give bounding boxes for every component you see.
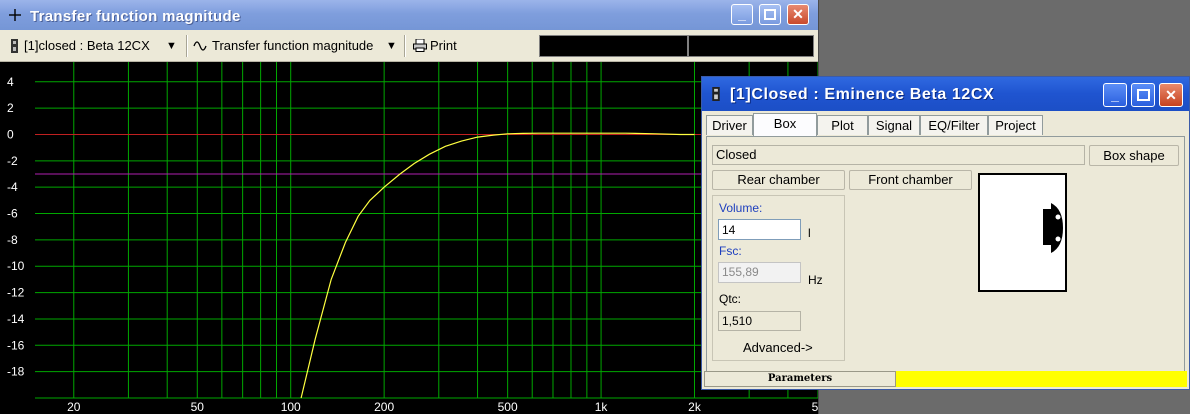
status-indicator — [896, 371, 1187, 387]
volume-label: Volume: — [719, 201, 763, 215]
dialog-status-bar: Parameters — [704, 371, 1187, 387]
maximize-icon — [1136, 89, 1150, 101]
y-tick-label: -2 — [7, 154, 18, 168]
dialog-minimize-button[interactable]: _ — [1103, 83, 1127, 107]
qtc-field: 1,510 — [718, 311, 801, 331]
front-chamber-button[interactable]: Front chamber — [849, 170, 972, 190]
x-tick-label: 5k — [812, 400, 818, 414]
box-type-field[interactable]: Closed — [712, 145, 1085, 165]
tab-signal[interactable]: Signal — [868, 115, 920, 135]
graph-select-label: Transfer function magnitude — [212, 38, 374, 53]
transfer-function-plot[interactable]: 420-2-4-6-8-10-12-14-16-1820 50 100 200 500 1… — [0, 62, 818, 414]
fsc-label: Fsc: — [719, 244, 742, 258]
volume-unit: l — [808, 226, 811, 240]
readout-box-2 — [688, 35, 814, 57]
plot-background — [0, 62, 818, 414]
fsc-unit: Hz — [808, 273, 823, 287]
crosshair-icon — [9, 9, 21, 21]
dialog-title: [1]Closed : Eminence Beta 12CX — [730, 86, 995, 103]
advanced-link[interactable]: Advanced-> — [743, 340, 813, 355]
chevron-down-icon: ▼ — [386, 40, 397, 52]
graph-select[interactable]: Transfer function magnitude ▼ — [192, 34, 402, 58]
box-preview — [978, 173, 1067, 292]
rear-chamber-button[interactable]: Rear chamber — [712, 170, 845, 190]
main-window-title: Transfer function magnitude — [30, 8, 241, 25]
tab-eq-filter[interactable]: EQ/Filter — [920, 115, 988, 135]
x-tick-label: 50 — [191, 400, 205, 414]
minimize-icon: _ — [1111, 87, 1119, 103]
y-tick-label: -12 — [7, 286, 25, 300]
x-tick-label: 2k — [688, 400, 702, 414]
y-tick-label: -10 — [7, 259, 25, 273]
box-tab-panel: Closed Box shape Rear chamber Front cham… — [706, 136, 1185, 372]
y-tick-label: -18 — [7, 365, 25, 379]
qtc-label: Qtc: — [719, 292, 742, 306]
tab-driver[interactable]: Driver — [706, 115, 753, 135]
x-tick-label: 500 — [498, 400, 518, 414]
speaker-driver-icon — [1043, 203, 1063, 253]
status-parameters: Parameters — [704, 371, 896, 387]
driver-box-dialog: [1]Closed : Eminence Beta 12CX _ ✕ Drive… — [701, 76, 1190, 390]
y-tick-label: -4 — [7, 180, 18, 194]
close-button[interactable]: ✕ — [787, 4, 809, 25]
x-tick-label: 100 — [281, 400, 301, 414]
readout-box-1 — [539, 35, 688, 57]
volume-input[interactable] — [718, 219, 801, 240]
x-tick-label: 200 — [374, 400, 394, 414]
y-tick-label: 0 — [7, 127, 14, 141]
x-tick-label: 1k — [595, 400, 609, 414]
dialog-title-bar[interactable]: [1]Closed : Eminence Beta 12CX _ ✕ — [702, 77, 1189, 111]
fsc-field: 155,89 — [718, 262, 801, 283]
printer-icon — [413, 39, 427, 52]
maximize-button[interactable] — [759, 4, 781, 25]
dialog-maximize-button[interactable] — [1131, 83, 1155, 107]
main-title-bar[interactable]: Transfer function magnitude _ ✕ — [0, 0, 818, 30]
y-tick-label: 2 — [7, 101, 14, 115]
tab-box[interactable]: Box — [753, 113, 817, 136]
speaker-icon — [712, 87, 720, 101]
y-tick-label: -14 — [7, 312, 25, 326]
speaker-icon — [11, 39, 18, 53]
close-icon: ✕ — [1165, 87, 1177, 103]
y-tick-label: -16 — [7, 338, 25, 352]
minimize-button[interactable]: _ — [731, 4, 753, 25]
close-icon: ✕ — [792, 6, 804, 22]
tab-plot[interactable]: Plot — [817, 115, 868, 135]
tab-project[interactable]: Project — [988, 115, 1043, 135]
chevron-down-icon: ▼ — [166, 40, 177, 52]
x-tick-label: 20 — [67, 400, 81, 414]
transfer-function-window: Transfer function magnitude _ ✕ [1]close… — [0, 0, 819, 414]
box-shape-button[interactable]: Box shape — [1089, 145, 1179, 166]
print-button[interactable]: Print — [412, 34, 472, 58]
project-select-label: [1]closed : Beta 12CX — [24, 38, 150, 53]
dialog-close-button[interactable]: ✕ — [1159, 83, 1183, 107]
y-tick-label: -8 — [7, 233, 18, 247]
maximize-icon — [764, 9, 776, 20]
sine-wave-icon — [193, 41, 207, 51]
main-toolbar: [1]closed : Beta 12CX ▼ Transfer functio… — [0, 31, 818, 62]
project-select[interactable]: [1]closed : Beta 12CX ▼ — [6, 34, 182, 58]
y-tick-label: -6 — [7, 207, 18, 221]
y-tick-label: 4 — [7, 75, 14, 89]
minimize-icon: _ — [738, 6, 746, 22]
print-label: Print — [430, 38, 457, 53]
